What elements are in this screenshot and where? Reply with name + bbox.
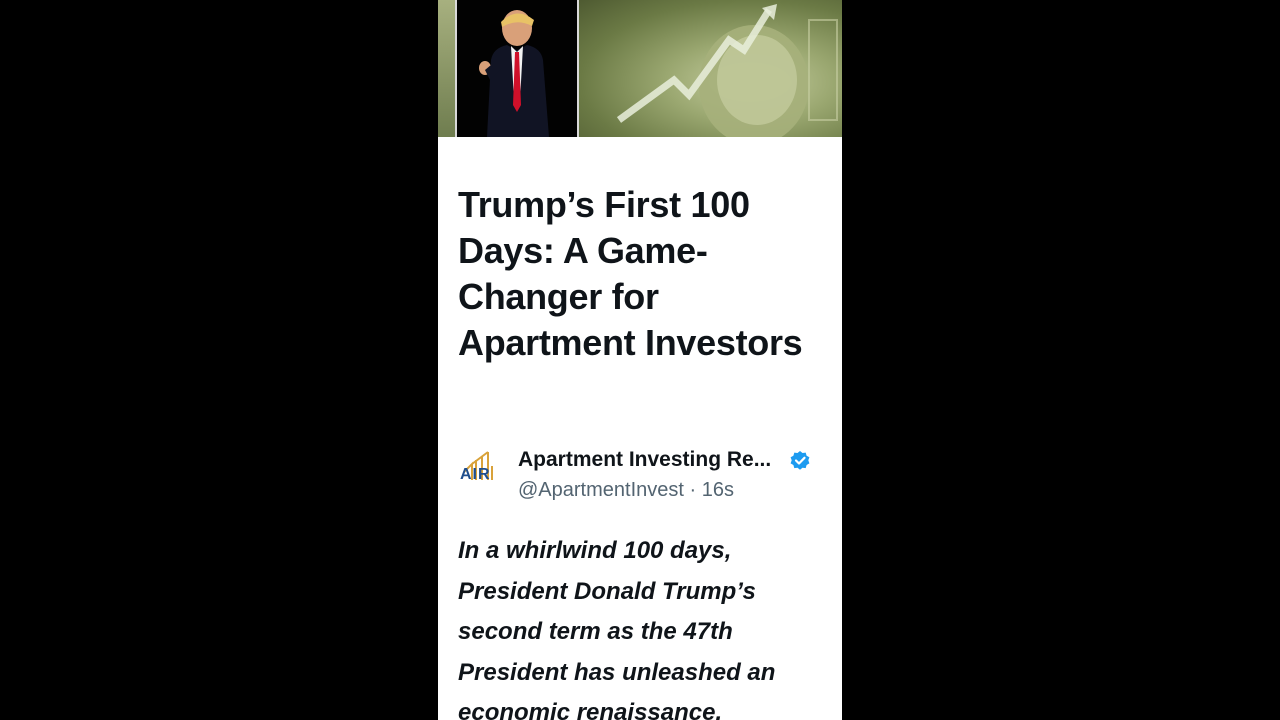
portrait-photo <box>455 0 579 137</box>
verified-badge-icon <box>790 451 810 470</box>
currency-illustration <box>616 4 838 137</box>
author-row[interactable]: AIR Apartment Investing Re... @Apartment… <box>458 446 828 504</box>
person-silhouette <box>479 10 549 137</box>
author-display-name[interactable]: Apartment Investing Re... <box>518 448 771 472</box>
post-time: 16s <box>701 479 734 501</box>
video-frame: Trump’s First 100 Days: A Game-Changer f… <box>0 0 1280 720</box>
header-image <box>438 0 842 137</box>
author-logo-text: AIR <box>460 466 491 483</box>
meta-separator: · <box>689 479 697 501</box>
article-content: Trump’s First 100 Days: A Game-Changer f… <box>458 182 828 366</box>
author-meta: @ApartmentInvest · 16s <box>518 479 734 502</box>
article-screen: Trump’s First 100 Days: A Game-Changer f… <box>438 0 842 720</box>
author-handle[interactable]: @ApartmentInvest <box>518 479 684 501</box>
article-body: In a whirlwind 100 days, President Donal… <box>458 537 776 720</box>
article-title: Trump’s First 100 Days: A Game-Changer f… <box>458 184 803 363</box>
author-avatar[interactable]: AIR <box>458 446 506 494</box>
header-image-edge <box>438 0 455 137</box>
currency-photo <box>579 0 842 137</box>
